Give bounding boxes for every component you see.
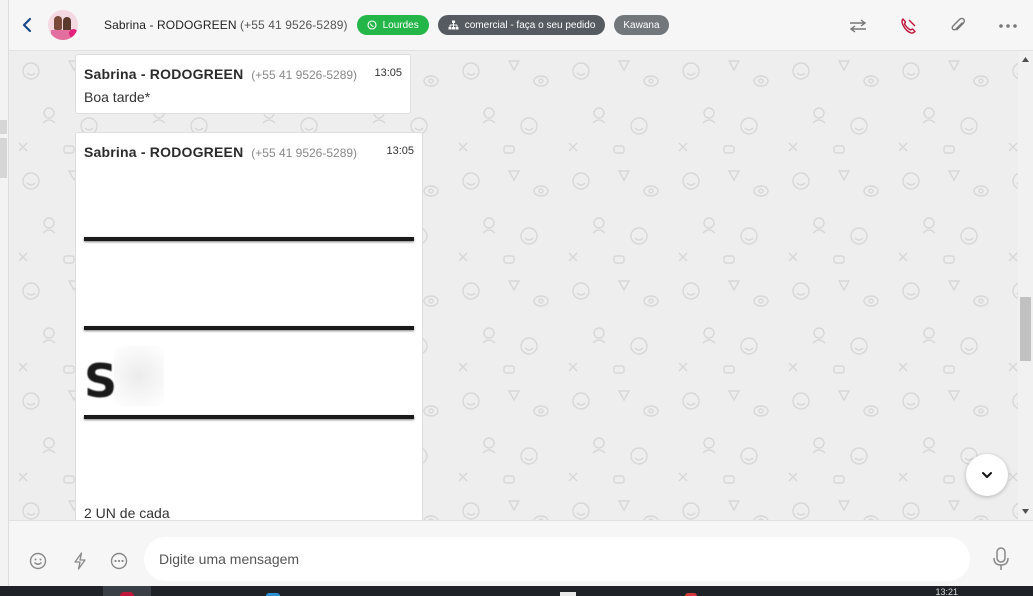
transfer-button[interactable] xyxy=(833,0,883,51)
tag-label: comercial - faça o seu pedido xyxy=(464,19,596,31)
end-call-icon xyxy=(901,17,916,34)
message-image[interactable]: S xyxy=(84,171,414,501)
sender-name: Sabrina - RODOGREEN xyxy=(84,144,244,160)
image-line xyxy=(84,237,414,241)
header-actions xyxy=(833,0,1033,51)
chevron-left-icon xyxy=(22,17,32,33)
chat-header: Sabrina - RODOGREEN (+55 41 9526-5289) L… xyxy=(9,0,1033,51)
whatsapp-icon xyxy=(367,20,377,30)
triangle-up-icon xyxy=(1022,57,1029,62)
contact-phone: (+55 41 9526-5289) xyxy=(240,18,348,32)
chevron-down-icon xyxy=(982,472,992,478)
chat-scrollbar[interactable] xyxy=(1018,51,1033,520)
tag-badge-kawana[interactable]: Kawana xyxy=(614,15,669,35)
image-line xyxy=(84,415,414,419)
attach-button[interactable] xyxy=(933,0,983,51)
message-header: Sabrina - RODOGREEN (+55 41 9526-5289) 1… xyxy=(84,66,402,82)
taskbar-app-icon[interactable] xyxy=(560,592,576,596)
voice-record-button[interactable] xyxy=(989,547,1013,571)
quick-action-button[interactable] xyxy=(68,549,92,573)
more-icon xyxy=(999,23,1017,28)
back-button[interactable] xyxy=(9,0,45,51)
taskbar-app-icon[interactable] xyxy=(120,592,134,596)
contact-title[interactable]: Sabrina - RODOGREEN (+55 41 9526-5289) xyxy=(104,18,348,32)
quick-reply-button[interactable] xyxy=(107,549,131,573)
tag-label: Lourdes xyxy=(382,19,419,31)
avatar[interactable] xyxy=(48,10,78,40)
triangle-down-icon xyxy=(1022,509,1029,514)
scrollbar-thumb[interactable] xyxy=(1020,297,1031,361)
end-call-button[interactable] xyxy=(883,0,933,51)
scroll-up-arrow[interactable] xyxy=(1018,51,1033,68)
message-text: Boa tarde* xyxy=(84,89,151,105)
os-taskbar: 13:21 xyxy=(0,586,1033,596)
quick-reply-icon xyxy=(110,552,128,570)
message-input[interactable] xyxy=(144,537,970,581)
tag-badge-department[interactable]: comercial - faça o seu pedido xyxy=(437,15,606,35)
message-text: 2 UN de cada xyxy=(84,505,170,520)
message-time: 13:05 xyxy=(386,145,414,157)
attach-icon xyxy=(951,17,966,30)
tag-badge-lourdes[interactable]: Lourdes xyxy=(356,15,429,35)
message-composer xyxy=(9,520,1033,586)
tag-label: Kawana xyxy=(623,19,660,31)
background-window-edge xyxy=(0,0,9,586)
scroll-down-arrow[interactable] xyxy=(1018,503,1033,520)
lightning-icon xyxy=(74,552,86,570)
sender-phone: (+55 41 9526-5289) xyxy=(251,146,358,160)
chat-messages-area[interactable]: Sabrina - RODOGREEN (+55 41 9526-5289) 1… xyxy=(9,51,1018,520)
image-line xyxy=(84,326,414,330)
emoji-icon xyxy=(29,552,47,570)
microphone-icon xyxy=(993,547,1009,570)
contact-name: Sabrina - RODOGREEN xyxy=(104,18,237,32)
message-bubble[interactable]: Sabrina - RODOGREEN (+55 41 9526-5289) 1… xyxy=(75,54,411,114)
sender-phone: (+55 41 9526-5289) xyxy=(251,68,358,82)
more-options-button[interactable] xyxy=(983,0,1033,51)
message-header: Sabrina - RODOGREEN (+55 41 9526-5289) 1… xyxy=(84,144,414,160)
message-bubble[interactable]: Sabrina - RODOGREEN (+55 41 9526-5289) 1… xyxy=(75,132,423,520)
sitemap-icon xyxy=(448,20,459,30)
taskbar-clock[interactable]: 13:21 xyxy=(935,588,958,596)
emoji-button[interactable] xyxy=(26,549,50,573)
transfer-icon xyxy=(849,18,867,33)
image-letter: S xyxy=(84,354,118,408)
scroll-to-bottom-button[interactable] xyxy=(966,454,1008,496)
sender-name: Sabrina - RODOGREEN xyxy=(84,66,244,82)
message-time: 13:05 xyxy=(374,67,402,79)
